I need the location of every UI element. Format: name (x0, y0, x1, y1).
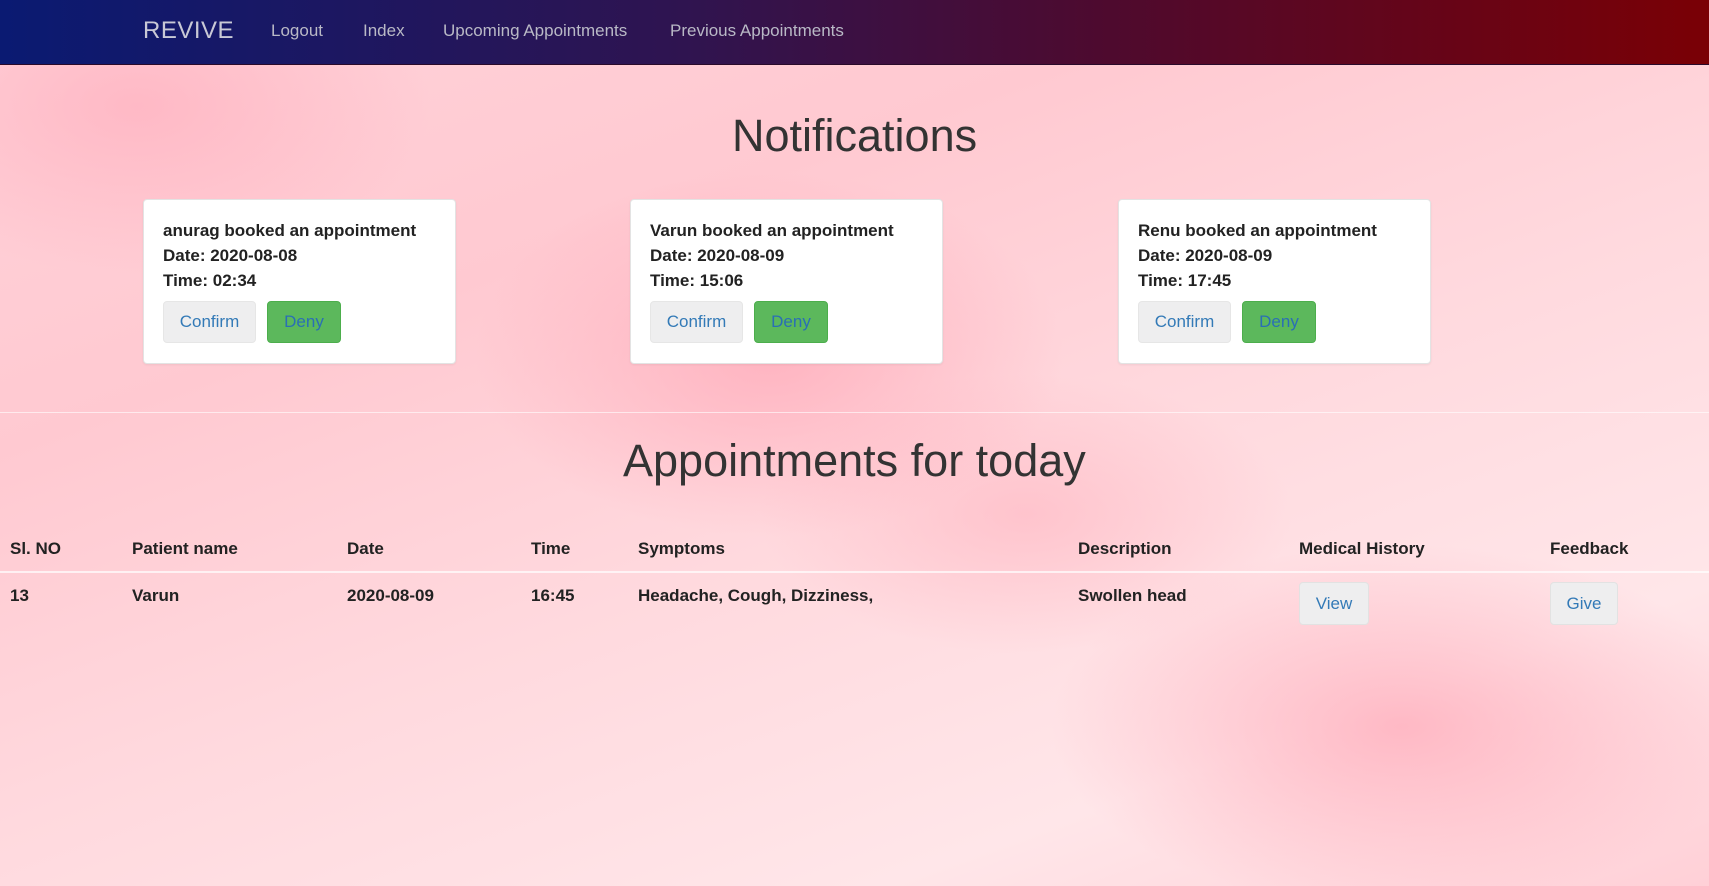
view-history-button[interactable]: View (1299, 582, 1369, 625)
section-divider (0, 412, 1709, 413)
column-header: Sl. NO (10, 539, 62, 558)
notification-time: Time: 02:34 (163, 271, 257, 290)
confirm-button[interactable]: Confirm (163, 301, 256, 343)
notification-time: Time: 15:06 (650, 271, 744, 290)
deny-button[interactable]: Deny (267, 301, 341, 343)
column-header: Symptoms (638, 539, 725, 558)
notification-message: Renu booked an appointment (1138, 221, 1377, 240)
nav-upcoming-appointments[interactable]: Upcoming Appointments (443, 21, 627, 41)
cell-sl-no: 13 (10, 586, 29, 605)
give-feedback-button[interactable]: Give (1550, 582, 1618, 625)
notification-card: Renu booked an appointment Date: 2020-08… (1118, 199, 1431, 364)
notification-date: Date: 2020-08-08 (163, 246, 298, 265)
nav-previous-appointments[interactable]: Previous Appointments (670, 21, 844, 41)
cell-time: 16:45 (531, 586, 575, 605)
column-header: Description (1078, 539, 1172, 558)
header-divider (0, 571, 1709, 573)
notifications-title: Notifications (732, 110, 978, 161)
notification-date: Date: 2020-08-09 (1138, 246, 1273, 265)
column-header: Medical History (1299, 539, 1425, 558)
notification-card: Varun booked an appointment Date: 2020-0… (630, 199, 943, 364)
notification-date: Date: 2020-08-09 (650, 246, 785, 265)
cell-description: Swollen head (1078, 586, 1187, 605)
column-header: Feedback (1550, 539, 1629, 558)
top-navbar: REVIVE Logout Index Upcoming Appointment… (0, 0, 1709, 65)
confirm-button[interactable]: Confirm (650, 301, 743, 343)
column-header: Patient name (132, 539, 238, 558)
nav-logout[interactable]: Logout (271, 21, 323, 41)
deny-button[interactable]: Deny (754, 301, 828, 343)
brand-logo[interactable]: REVIVE (143, 17, 234, 45)
notification-time: Time: 17:45 (1138, 271, 1232, 290)
confirm-button[interactable]: Confirm (1138, 301, 1231, 343)
appointments-title: Appointments for today (623, 435, 1086, 486)
column-header: Date (347, 539, 384, 558)
nav-index[interactable]: Index (363, 21, 405, 41)
cell-patient-name: Varun (132, 586, 180, 605)
cell-date: 2020-08-09 (347, 586, 434, 605)
notification-message: anurag booked an appointment (163, 221, 417, 240)
notification-message: Varun booked an appointment (650, 221, 894, 240)
deny-button[interactable]: Deny (1242, 301, 1316, 343)
column-header: Time (531, 539, 571, 558)
notification-card: anurag booked an appointment Date: 2020-… (143, 199, 456, 364)
cell-symptoms: Headache, Cough, Dizziness, (638, 586, 874, 605)
